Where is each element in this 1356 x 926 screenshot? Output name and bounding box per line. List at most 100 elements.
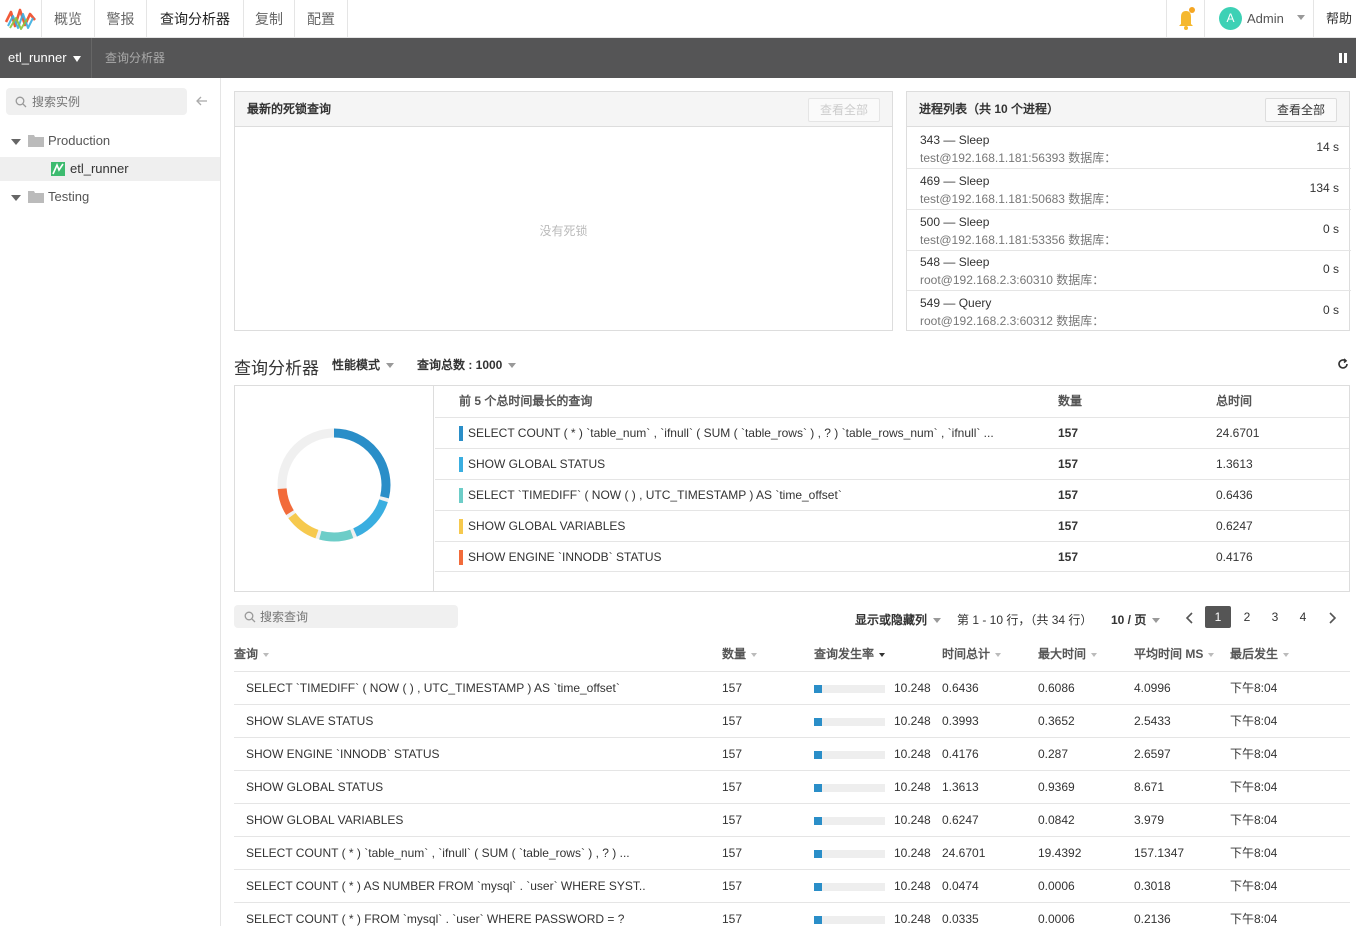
expand-caret-icon: [11, 139, 21, 145]
page-size-select[interactable]: 10 / 页: [1111, 611, 1160, 628]
col-header-max[interactable]: 最大时间: [1038, 645, 1097, 662]
page-button-1[interactable]: 1: [1205, 606, 1231, 628]
col-header-query[interactable]: 查询: [234, 645, 269, 662]
table-row[interactable]: SELECT COUNT ( * ) `table_num` , `ifnull…: [234, 836, 1350, 869]
table-row[interactable]: SHOW GLOBAL STATUS15710.2481.36130.93698…: [234, 770, 1350, 803]
top5-row[interactable]: SELECT `TIMEDIFF` ( NOW ( ) , UTC_TIMEST…: [435, 479, 1349, 510]
table-row[interactable]: SELECT COUNT ( * ) FROM `mysql` . `user`…: [234, 902, 1350, 926]
top5-row[interactable]: SHOW GLOBAL VARIABLES 157 0.6247: [435, 510, 1349, 541]
instance-search-input[interactable]: [32, 88, 182, 115]
help-link[interactable]: 帮助: [1326, 0, 1352, 38]
expand-caret-icon: [11, 195, 21, 201]
sort-icon: [1283, 653, 1289, 657]
mode-dropdown[interactable]: 性能模式: [332, 356, 394, 373]
top5-row[interactable]: SHOW GLOBAL STATUS 157 1.3613: [435, 448, 1349, 479]
series-color-bar: [459, 488, 463, 503]
table-row[interactable]: SHOW SLAVE STATUS15710.2480.39930.36522.…: [234, 704, 1350, 737]
deadlock-panel: 最新的死锁查询 查看全部 没有死锁: [234, 91, 893, 331]
caret-down-icon: [386, 363, 394, 368]
top5-query: SELECT COUNT ( * ) `table_num` , `ifnull…: [468, 418, 1028, 449]
notifications-button[interactable]: [1166, 0, 1204, 38]
query-search-input[interactable]: [260, 605, 450, 628]
col-header-rate[interactable]: 查询发生率: [814, 645, 885, 662]
table-row[interactable]: SHOW GLOBAL VARIABLES15710.2480.62470.08…: [234, 803, 1350, 836]
pause-icon[interactable]: [1337, 52, 1349, 64]
next-page-icon[interactable]: [1327, 612, 1337, 624]
process-host: root@192.168.2.3:60310 数据库：: [920, 271, 1104, 288]
rate-cell: 10.248: [894, 870, 931, 903]
col-header-count[interactable]: 数量: [722, 645, 757, 662]
avg-time-cell: 0.2136: [1134, 903, 1171, 926]
donut-slice[interactable]: [355, 501, 383, 533]
app-logo[interactable]: [0, 0, 42, 38]
top5-total: 0.4176: [1216, 542, 1253, 573]
total-time-cell: 0.6247: [942, 804, 979, 837]
donut-slice[interactable]: [334, 433, 386, 497]
col-header-last[interactable]: 最后发生: [1230, 645, 1289, 662]
max-time-cell: 0.0006: [1038, 903, 1075, 926]
series-color-bar: [459, 457, 463, 472]
donut-slice[interactable]: [292, 516, 317, 534]
toggle-columns-dropdown[interactable]: 显示或隐藏列: [855, 611, 941, 628]
top5-query: SHOW GLOBAL STATUS: [468, 449, 1028, 480]
tree-group-testing[interactable]: Testing: [0, 185, 220, 209]
top5-queries-box: 前 5 个总时间最长的查询 数量 总时间 SELECT COUNT ( * ) …: [234, 385, 1350, 592]
query-total-dropdown[interactable]: 查询总数 : 1000: [417, 356, 516, 373]
total-time-cell: 0.4176: [942, 738, 979, 771]
prev-page-icon[interactable]: [1185, 612, 1195, 624]
avg-time-cell: 157.1347: [1134, 837, 1184, 870]
rate-cell: 10.248: [894, 804, 931, 837]
count-cell: 157: [722, 870, 742, 903]
table-row[interactable]: SHOW ENGINE `INNODB` STATUS15710.2480.41…: [234, 737, 1350, 770]
top5-row[interactable]: SELECT COUNT ( * ) `table_num` , `ifnull…: [435, 417, 1349, 448]
donut-svg: [235, 386, 434, 591]
last-seen-cell: 下午8:04: [1230, 672, 1277, 705]
deadlock-view-all-button[interactable]: 查看全部: [808, 98, 880, 122]
total-time-cell: 0.6436: [942, 672, 979, 705]
query-search[interactable]: [234, 605, 458, 628]
user-menu[interactable]: A Admin: [1204, 0, 1314, 38]
refresh-icon[interactable]: [1337, 358, 1349, 370]
top5-row[interactable]: SHOW ENGINE `INNODB` STATUS 157 0.4176: [435, 541, 1349, 572]
page-button-3[interactable]: 3: [1262, 606, 1288, 628]
avg-time-cell: 2.6597: [1134, 738, 1171, 771]
donut-slice[interactable]: [282, 489, 290, 513]
nav-tab-query-analyzer[interactable]: 查询分析器: [147, 0, 244, 38]
col-header-avg[interactable]: 平均时间 MS: [1134, 645, 1214, 662]
search-icon: [244, 611, 256, 623]
donut-slice[interactable]: [320, 534, 351, 537]
process-panel-header: 进程列表（共 10 个进程） 查看全部: [907, 92, 1349, 127]
instance-search[interactable]: [6, 88, 187, 115]
process-item[interactable]: 549 — Query root@192.168.2.3:60312 数据库： …: [907, 291, 1351, 332]
collapse-sidebar-icon[interactable]: [196, 96, 208, 106]
nav-tab-alerts[interactable]: 警报: [95, 0, 147, 38]
rate-bar-fill: [814, 685, 822, 693]
rate-bar: [814, 784, 885, 792]
col-header-total[interactable]: 时间总计: [942, 645, 1001, 662]
nav-tab-config[interactable]: 配置: [295, 0, 348, 38]
process-item[interactable]: 469 — Sleep test@192.168.1.181:50683 数据库…: [907, 169, 1351, 210]
process-item[interactable]: 548 — Sleep root@192.168.2.3:60310 数据库： …: [907, 250, 1351, 291]
page-button-4[interactable]: 4: [1290, 606, 1316, 628]
page-button-2[interactable]: 2: [1234, 606, 1260, 628]
avatar: A: [1219, 7, 1242, 30]
table-row[interactable]: SELECT COUNT ( * ) AS NUMBER FROM `mysql…: [234, 869, 1350, 902]
process-item[interactable]: 343 — Sleep test@192.168.1.181:56393 数据库…: [907, 128, 1351, 169]
instance-selector[interactable]: etl_runner: [0, 38, 92, 78]
process-view-all-button[interactable]: 查看全部: [1265, 98, 1337, 122]
rate-cell: 10.248: [894, 903, 931, 926]
instance-icon: [51, 162, 65, 176]
rate-bar-fill: [814, 751, 822, 759]
process-host: test@192.168.1.181:56393 数据库：: [920, 149, 1116, 166]
nav-tab-overview[interactable]: 概览: [42, 0, 95, 38]
top5-query: SELECT `TIMEDIFF` ( NOW ( ) , UTC_TIMEST…: [468, 480, 1028, 511]
top5-total: 0.6247: [1216, 511, 1253, 542]
sort-icon: [263, 653, 269, 657]
tree-group-production[interactable]: Production: [0, 129, 220, 153]
table-row[interactable]: SELECT `TIMEDIFF` ( NOW ( ) , UTC_TIMEST…: [234, 671, 1350, 704]
query-cell: SELECT COUNT ( * ) AS NUMBER FROM `mysql…: [246, 870, 646, 903]
rate-bar-fill: [814, 817, 822, 825]
process-item[interactable]: 500 — Sleep test@192.168.1.181:53356 数据库…: [907, 210, 1351, 251]
nav-tab-replication[interactable]: 复制: [244, 0, 295, 38]
tree-item-etl-runner[interactable]: etl_runner: [0, 157, 220, 181]
